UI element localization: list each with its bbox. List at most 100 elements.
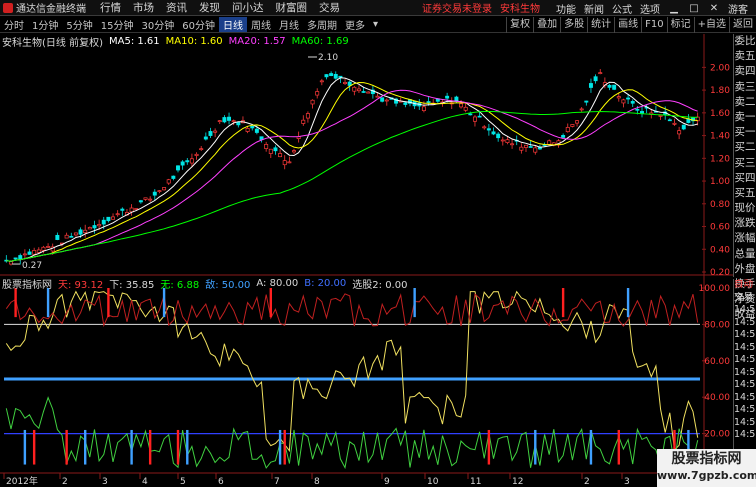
candle-body <box>329 73 334 77</box>
signal-bar <box>589 429 593 465</box>
candle-body <box>41 246 46 251</box>
date-label: 11 <box>470 477 481 487</box>
ind-none: 无: 6.88 <box>160 279 200 291</box>
ind-tick-label: 20.00 <box>704 430 730 440</box>
candle-body <box>565 127 570 133</box>
candle-body <box>273 147 278 152</box>
candle-body <box>180 161 185 166</box>
ind-tick-label: 60.00 <box>704 357 730 367</box>
candle-body <box>152 191 157 196</box>
oscillator-line <box>5 293 699 328</box>
side-sell2[interactable]: 卖二 <box>734 95 756 110</box>
ma10-line <box>6 81 698 262</box>
candle-body <box>278 153 283 158</box>
candle-body <box>134 208 139 210</box>
candle-body <box>143 197 148 200</box>
watermark: 股票指标网 www.7gpzb.com <box>657 449 756 487</box>
side-change[interactable]: 涨跌 <box>734 216 756 231</box>
candle-body <box>547 140 552 145</box>
candle-body <box>347 81 352 86</box>
signal-bar <box>32 429 36 465</box>
ma20-line <box>6 89 698 262</box>
candle-body <box>203 136 208 140</box>
candle-body <box>500 139 505 142</box>
candle-body <box>64 234 69 239</box>
side-change-pct[interactable]: 涨幅 <box>734 231 756 246</box>
side-buy4[interactable]: 买四 <box>734 171 756 186</box>
candle-body <box>157 190 162 192</box>
side-buy1[interactable]: 买一 <box>734 125 756 140</box>
price-tick-label: 2.00 <box>710 63 730 73</box>
side-outer[interactable]: 外盘 <box>734 262 756 277</box>
watermark-url: www.7gpzb.com <box>657 469 756 482</box>
candle-body <box>199 148 204 151</box>
ind-tick-label: 80.00 <box>704 320 730 330</box>
kline-chart[interactable]: 2.00 1.80 1.60 1.40 1.20 1.00 0.80 0.60 0.40 0.20… <box>0 0 756 487</box>
candle-body <box>194 153 199 156</box>
candle-body <box>496 133 501 139</box>
candle-body <box>27 251 32 255</box>
date-label: 10 <box>427 477 439 487</box>
side-sell3[interactable]: 卖三 <box>734 80 756 95</box>
signal-bar <box>534 429 537 465</box>
candle-body <box>519 146 524 151</box>
candle-body <box>236 121 241 126</box>
candle-body <box>268 148 273 154</box>
date-label: 2 <box>62 477 68 487</box>
candle-body <box>213 130 218 133</box>
candle-body <box>533 147 538 153</box>
side-price[interactable]: 现价 <box>734 201 756 216</box>
candle-body <box>333 73 338 79</box>
candle-body <box>681 124 686 130</box>
indicator-info: 股票指标网 天: 93.12 下: 35.85 无: 6.88 敌: 50.00… <box>2 276 413 291</box>
candle-body <box>87 227 92 230</box>
price-tick-label: 1.00 <box>710 177 730 187</box>
candle-body <box>78 229 83 235</box>
side-buy3[interactable]: 买三 <box>734 156 756 171</box>
candle-body <box>111 216 116 220</box>
candle-body <box>510 143 515 146</box>
candle-body <box>310 99 315 105</box>
candle-body <box>630 101 635 104</box>
signal-bar <box>84 429 87 465</box>
candle-body <box>148 198 153 201</box>
kline-title: 安科生物(日线 前复权) <box>2 37 103 49</box>
side-sell1[interactable]: 卖一 <box>734 110 756 125</box>
side-volume[interactable]: 总量 <box>734 247 756 262</box>
date-label: 3 <box>102 477 108 487</box>
candle-body <box>575 120 580 124</box>
ind-tick-label: 40.00 <box>704 393 730 403</box>
candle-body <box>69 235 74 238</box>
side-sell4[interactable]: 卖四 <box>734 64 756 79</box>
signal-bar <box>46 288 50 318</box>
side-buy2[interactable]: 买二 <box>734 140 756 155</box>
date-label: 5 <box>180 477 186 487</box>
auto-trade-label[interactable]: 自动 <box>734 279 756 292</box>
candle-body <box>616 96 621 99</box>
trade-label[interactable]: 交易 <box>734 292 756 305</box>
candle-body <box>626 97 631 100</box>
candle-body <box>612 84 617 90</box>
side-sell5[interactable]: 卖五 <box>734 49 756 64</box>
signal-bar <box>186 429 189 465</box>
candle-body <box>524 144 528 148</box>
candle-body <box>667 119 672 122</box>
candle-body <box>403 102 408 105</box>
candle-body <box>222 117 227 123</box>
side-weibi[interactable]: 委比 <box>734 34 756 49</box>
side-buy5[interactable]: 买五 <box>734 186 756 201</box>
candle-body <box>528 146 533 148</box>
candle-body <box>97 224 102 227</box>
signal-bar <box>176 429 180 465</box>
trade-time-panel: 自动 交易 14:56 14:56 14:56 14:56 14:56 14:5… <box>733 279 756 457</box>
candle-body <box>217 120 222 123</box>
candle-body <box>584 100 589 103</box>
candle-body <box>356 88 361 92</box>
candle-body <box>468 113 473 116</box>
indicator-name[interactable]: 股票指标网 <box>2 276 52 291</box>
candle-body <box>472 116 477 122</box>
candle-body <box>36 249 41 253</box>
time-row: 14:56 <box>734 379 756 390</box>
signal-bar <box>561 288 565 318</box>
candle-body <box>482 126 487 129</box>
